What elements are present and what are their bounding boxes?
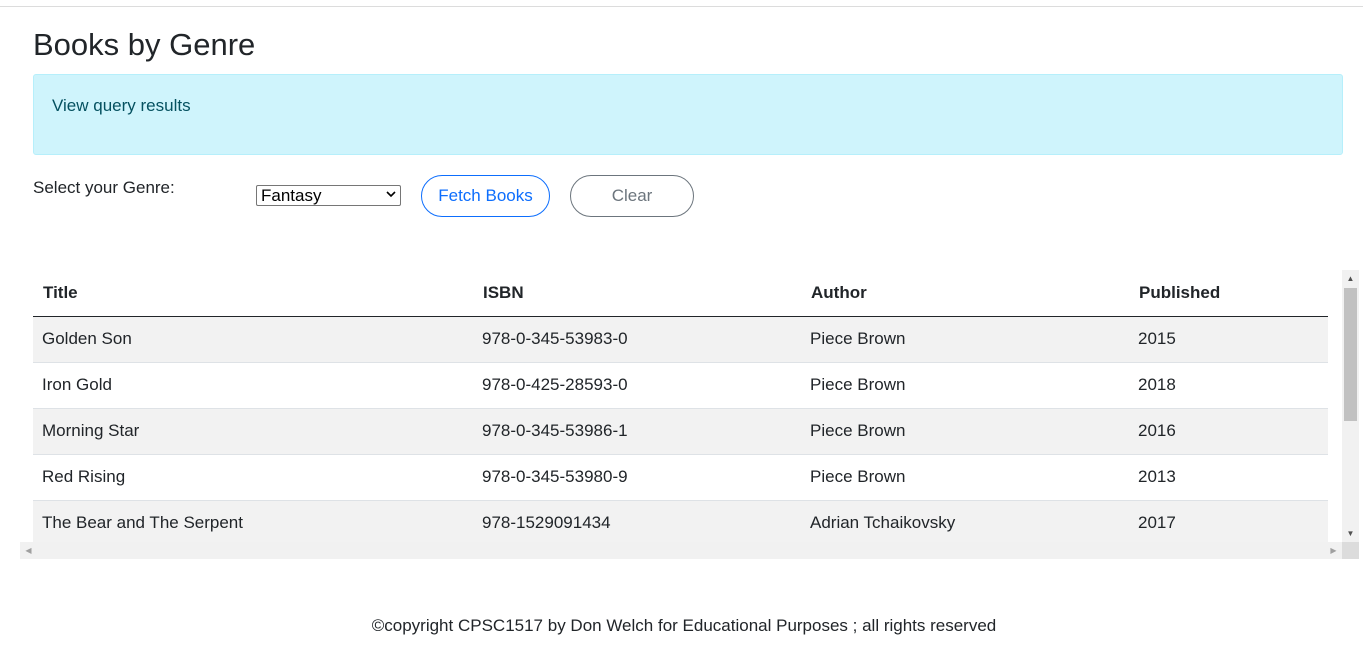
column-header-title: Title [33,270,473,317]
cell-isbn: 978-0-425-28593-0 [473,362,801,409]
column-header-author: Author [801,270,1129,317]
cell-title: Golden Son [33,316,473,363]
results-table-container: Title ISBN Author Published Golden Son 9… [20,270,1359,559]
column-header-isbn: ISBN [473,270,801,317]
results-table: Title ISBN Author Published Golden Son 9… [33,270,1328,547]
cell-title: Red Rising [33,454,473,501]
genre-select[interactable]: Fantasy [256,185,401,206]
horizontal-scrollbar[interactable]: ◀ ▶ [20,542,1342,559]
scroll-up-arrow-icon[interactable]: ▲ [1342,270,1359,287]
cell-published: 2018 [1129,362,1328,409]
scroll-right-arrow-icon[interactable]: ▶ [1325,542,1342,559]
cell-author: Piece Brown [801,362,1129,409]
clear-button[interactable]: Clear [570,175,694,217]
scroll-left-arrow-icon[interactable]: ◀ [20,542,37,559]
scrollbar-corner [1342,542,1359,559]
column-header-published: Published [1129,270,1328,317]
cell-published: 2013 [1129,454,1328,501]
genre-select-value: Fantasy [261,185,322,205]
footer-copyright: ©copyright CPSC1517 by Don Welch for Edu… [371,616,997,635]
cell-title: Iron Gold [33,362,473,409]
table-header-row: Title ISBN Author Published [33,270,1328,317]
page-title: Books by Genre [33,27,256,62]
vertical-scroll-thumb[interactable] [1344,288,1357,421]
cell-title: The Bear and The Serpent [33,500,473,547]
cell-isbn: 978-1529091434 [473,500,801,547]
vertical-scrollbar[interactable]: ▲ ▼ [1342,270,1359,542]
cell-isbn: 978-0-345-53983-0 [473,316,801,363]
genre-label: Select your Genre: [33,178,175,197]
info-alert: View query results [33,74,1343,155]
cell-published: 2016 [1129,408,1328,455]
table-row: Red Rising 978-0-345-53980-9 Piece Brown… [33,454,1328,501]
cell-author: Piece Brown [801,408,1129,455]
table-row: Iron Gold 978-0-425-28593-0 Piece Brown … [33,362,1328,409]
cell-author: Adrian Tchaikovsky [801,500,1129,547]
top-divider [0,6,1363,7]
info-message: View query results [52,96,191,115]
chevron-down-icon [386,190,396,201]
cell-published: 2015 [1129,316,1328,363]
table-row: Morning Star 978-0-345-53986-1 Piece Bro… [33,408,1328,455]
cell-author: Piece Brown [801,316,1129,363]
cell-isbn: 978-0-345-53986-1 [473,408,801,455]
table-row: The Bear and The Serpent 978-1529091434 … [33,500,1328,547]
cell-title: Morning Star [33,408,473,455]
cell-published: 2017 [1129,500,1328,547]
cell-isbn: 978-0-345-53980-9 [473,454,801,501]
cell-author: Piece Brown [801,454,1129,501]
table-row: Golden Son 978-0-345-53983-0 Piece Brown… [33,316,1328,363]
scroll-down-arrow-icon[interactable]: ▼ [1342,525,1359,542]
fetch-books-button[interactable]: Fetch Books [421,175,550,217]
